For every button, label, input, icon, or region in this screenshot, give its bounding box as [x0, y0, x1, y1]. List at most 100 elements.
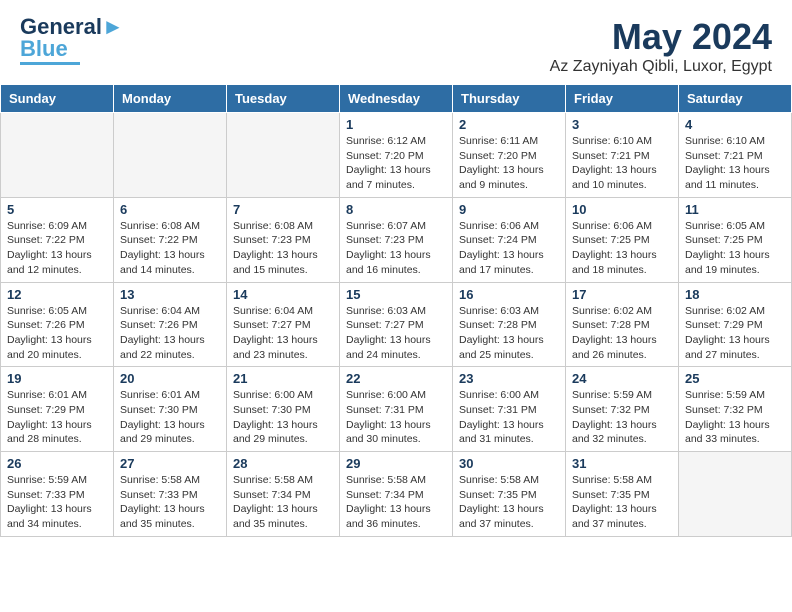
day-number: 5 — [7, 202, 107, 217]
day-info: Sunrise: 6:00 AM Sunset: 7:30 PM Dayligh… — [233, 388, 333, 447]
day-number: 6 — [120, 202, 220, 217]
calendar-cell: 28 Sunrise: 5:58 AM Sunset: 7:34 PM Dayli… — [227, 452, 340, 537]
main-title: May 2024 — [550, 16, 772, 58]
calendar-cell: 11Sunrise: 6:05 AM Sunset: 7:25 PM Dayli… — [679, 197, 792, 282]
calendar-cell: 7 Sunrise: 6:08 AM Sunset: 7:23 PM Daylig… — [227, 197, 340, 282]
calendar-cell — [1, 113, 114, 198]
day-number: 26 — [7, 456, 107, 471]
day-info: Sunrise: 6:09 AM Sunset: 7:22 PM Dayligh… — [7, 219, 107, 278]
calendar-cell: 13 Sunrise: 6:04 AM Sunset: 7:26 PM Dayli… — [114, 282, 227, 367]
day-number: 8 — [346, 202, 446, 217]
subtitle: Az Zayniyah Qibli, Luxor, Egypt — [550, 58, 772, 76]
calendar-cell: 23 Sunrise: 6:00 AM Sunset: 7:31 PM Dayli… — [453, 367, 566, 452]
day-number: 11 — [685, 202, 785, 217]
calendar-cell — [227, 113, 340, 198]
logo-blue-text: Blue — [20, 38, 68, 60]
day-info: Sunrise: 6:05 AM Sunset: 7:26 PM Dayligh… — [7, 304, 107, 363]
calendar-cell: 2 Sunrise: 6:11 AM Sunset: 7:20 PM Daylig… — [453, 113, 566, 198]
day-number: 31 — [572, 456, 672, 471]
header: General► Blue May 2024 Az Zayniyah Qibli… — [0, 0, 792, 84]
day-info: Sunrise: 5:58 AM Sunset: 7:35 PM Dayligh… — [572, 473, 672, 532]
day-number: 7 — [233, 202, 333, 217]
day-info: Sunrise: 6:08 AM Sunset: 7:22 PM Dayligh… — [120, 219, 220, 278]
day-number: 2 — [459, 117, 559, 132]
day-info: Sunrise: 6:01 AM Sunset: 7:30 PM Dayligh… — [120, 388, 220, 447]
calendar-cell: 8 Sunrise: 6:07 AM Sunset: 7:23 PM Daylig… — [340, 197, 453, 282]
day-info: Sunrise: 6:12 AM Sunset: 7:20 PM Dayligh… — [346, 134, 446, 193]
calendar-cell: 29 Sunrise: 5:58 AM Sunset: 7:34 PM Dayli… — [340, 452, 453, 537]
calendar-cell — [114, 113, 227, 198]
col-header-wednesday: Wednesday — [340, 85, 453, 113]
day-info: Sunrise: 6:06 AM Sunset: 7:24 PM Dayligh… — [459, 219, 559, 278]
day-number: 19 — [7, 371, 107, 386]
calendar-cell: 14 Sunrise: 6:04 AM Sunset: 7:27 PM Dayli… — [227, 282, 340, 367]
day-info: Sunrise: 6:00 AM Sunset: 7:31 PM Dayligh… — [346, 388, 446, 447]
calendar-cell: 3Sunrise: 6:10 AM Sunset: 7:21 PM Daylig… — [566, 113, 679, 198]
col-header-tuesday: Tuesday — [227, 85, 340, 113]
day-info: Sunrise: 6:04 AM Sunset: 7:27 PM Dayligh… — [233, 304, 333, 363]
calendar-cell: 22 Sunrise: 6:00 AM Sunset: 7:31 PM Dayli… — [340, 367, 453, 452]
week-row-3: 12 Sunrise: 6:05 AM Sunset: 7:26 PM Dayli… — [1, 282, 792, 367]
day-number: 12 — [7, 287, 107, 302]
week-row-2: 5 Sunrise: 6:09 AM Sunset: 7:22 PM Daylig… — [1, 197, 792, 282]
calendar-cell: 12 Sunrise: 6:05 AM Sunset: 7:26 PM Dayli… — [1, 282, 114, 367]
day-info: Sunrise: 6:00 AM Sunset: 7:31 PM Dayligh… — [459, 388, 559, 447]
calendar-cell: 5 Sunrise: 6:09 AM Sunset: 7:22 PM Daylig… — [1, 197, 114, 282]
calendar-cell: 10 Sunrise: 6:06 AM Sunset: 7:25 PM Dayli… — [566, 197, 679, 282]
day-info: Sunrise: 6:01 AM Sunset: 7:29 PM Dayligh… — [7, 388, 107, 447]
day-info: Sunrise: 5:58 AM Sunset: 7:34 PM Dayligh… — [233, 473, 333, 532]
day-info: Sunrise: 6:07 AM Sunset: 7:23 PM Dayligh… — [346, 219, 446, 278]
col-header-monday: Monday — [114, 85, 227, 113]
col-header-saturday: Saturday — [679, 85, 792, 113]
day-number: 21 — [233, 371, 333, 386]
week-row-5: 26 Sunrise: 5:59 AM Sunset: 7:33 PM Dayli… — [1, 452, 792, 537]
day-number: 28 — [233, 456, 333, 471]
calendar-cell — [679, 452, 792, 537]
day-number: 29 — [346, 456, 446, 471]
week-row-1: 1Sunrise: 6:12 AM Sunset: 7:20 PM Daylig… — [1, 113, 792, 198]
day-number: 16 — [459, 287, 559, 302]
day-number: 27 — [120, 456, 220, 471]
day-number: 13 — [120, 287, 220, 302]
day-info: Sunrise: 5:58 AM Sunset: 7:34 PM Dayligh… — [346, 473, 446, 532]
calendar-cell: 18 Sunrise: 6:02 AM Sunset: 7:29 PM Dayli… — [679, 282, 792, 367]
week-row-4: 19 Sunrise: 6:01 AM Sunset: 7:29 PM Dayli… — [1, 367, 792, 452]
day-number: 18 — [685, 287, 785, 302]
logo-underline — [20, 62, 80, 65]
day-info: Sunrise: 6:03 AM Sunset: 7:27 PM Dayligh… — [346, 304, 446, 363]
day-info: Sunrise: 6:06 AM Sunset: 7:25 PM Dayligh… — [572, 219, 672, 278]
day-number: 24 — [572, 371, 672, 386]
day-number: 14 — [233, 287, 333, 302]
day-info: Sunrise: 6:03 AM Sunset: 7:28 PM Dayligh… — [459, 304, 559, 363]
calendar-cell: 26 Sunrise: 5:59 AM Sunset: 7:33 PM Dayli… — [1, 452, 114, 537]
day-number: 20 — [120, 371, 220, 386]
day-info: Sunrise: 6:08 AM Sunset: 7:23 PM Dayligh… — [233, 219, 333, 278]
calendar-cell: 24 Sunrise: 5:59 AM Sunset: 7:32 PM Dayli… — [566, 367, 679, 452]
day-info: Sunrise: 6:04 AM Sunset: 7:26 PM Dayligh… — [120, 304, 220, 363]
calendar: SundayMondayTuesdayWednesdayThursdayFrid… — [0, 84, 792, 537]
calendar-cell: 9Sunrise: 6:06 AM Sunset: 7:24 PM Daylig… — [453, 197, 566, 282]
day-info: Sunrise: 5:59 AM Sunset: 7:32 PM Dayligh… — [572, 388, 672, 447]
day-number: 3 — [572, 117, 672, 132]
calendar-cell: 19 Sunrise: 6:01 AM Sunset: 7:29 PM Dayli… — [1, 367, 114, 452]
day-info: Sunrise: 6:02 AM Sunset: 7:28 PM Dayligh… — [572, 304, 672, 363]
day-info: Sunrise: 6:02 AM Sunset: 7:29 PM Dayligh… — [685, 304, 785, 363]
calendar-cell: 6 Sunrise: 6:08 AM Sunset: 7:22 PM Daylig… — [114, 197, 227, 282]
calendar-cell: 4Sunrise: 6:10 AM Sunset: 7:21 PM Daylig… — [679, 113, 792, 198]
logo-text: General► — [20, 16, 124, 38]
day-number: 15 — [346, 287, 446, 302]
day-number: 17 — [572, 287, 672, 302]
day-info: Sunrise: 5:59 AM Sunset: 7:32 PM Dayligh… — [685, 388, 785, 447]
calendar-cell: 1Sunrise: 6:12 AM Sunset: 7:20 PM Daylig… — [340, 113, 453, 198]
day-info: Sunrise: 5:59 AM Sunset: 7:33 PM Dayligh… — [7, 473, 107, 532]
day-number: 22 — [346, 371, 446, 386]
calendar-cell: 25Sunrise: 5:59 AM Sunset: 7:32 PM Dayli… — [679, 367, 792, 452]
day-number: 23 — [459, 371, 559, 386]
day-info: Sunrise: 6:11 AM Sunset: 7:20 PM Dayligh… — [459, 134, 559, 193]
day-info: Sunrise: 5:58 AM Sunset: 7:33 PM Dayligh… — [120, 473, 220, 532]
day-number: 30 — [459, 456, 559, 471]
col-header-thursday: Thursday — [453, 85, 566, 113]
day-number: 10 — [572, 202, 672, 217]
col-header-sunday: Sunday — [1, 85, 114, 113]
day-info: Sunrise: 5:58 AM Sunset: 7:35 PM Dayligh… — [459, 473, 559, 532]
